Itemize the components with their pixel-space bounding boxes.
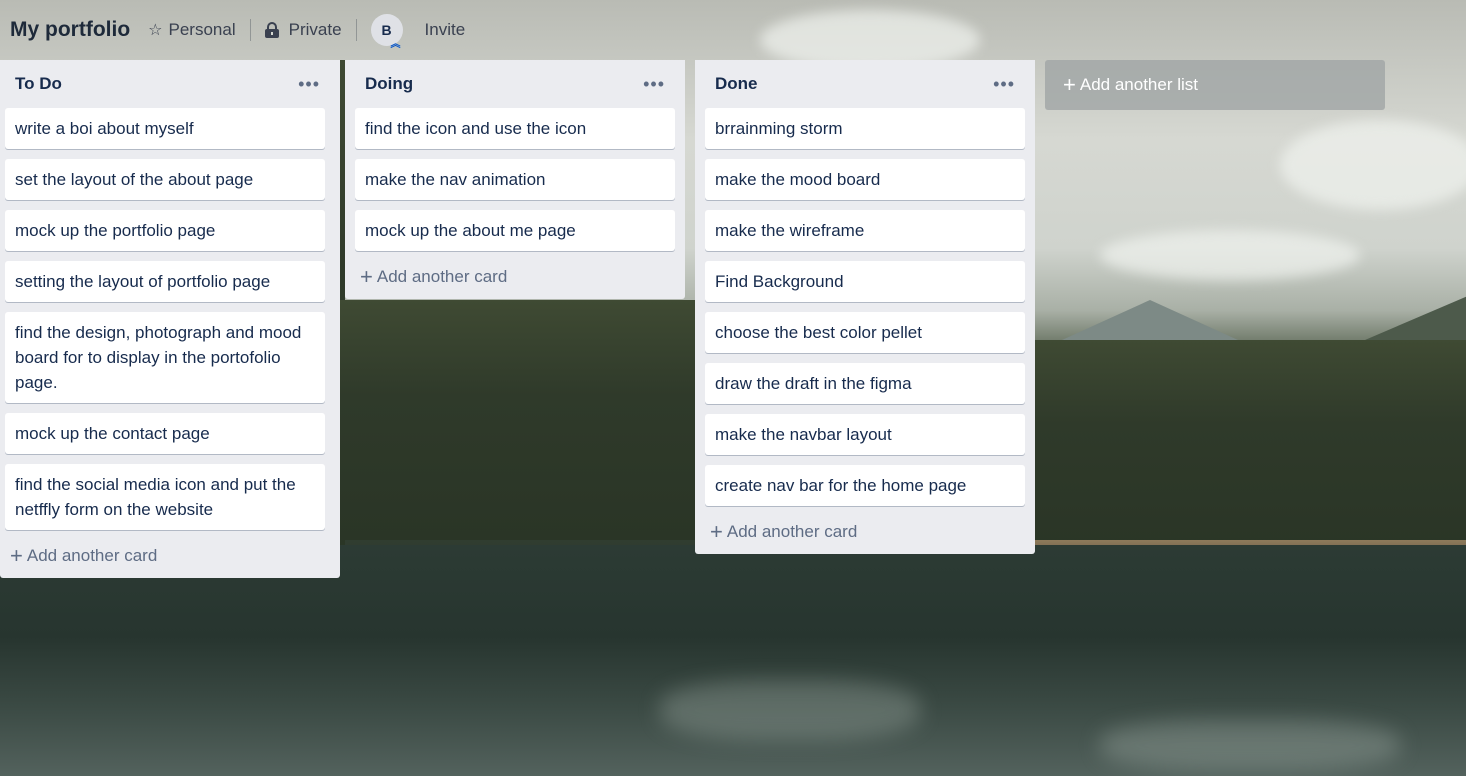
card[interactable]: create nav bar for the home page bbox=[705, 465, 1025, 506]
list-done: Done ••• brrainming storm make the mood … bbox=[695, 60, 1035, 554]
add-card-label: Add another card bbox=[726, 522, 858, 541]
card[interactable]: find the social media icon and put the n… bbox=[5, 464, 325, 530]
team-visibility-button[interactable]: Personal bbox=[169, 14, 236, 46]
list-title[interactable]: To Do bbox=[15, 74, 62, 94]
team-visibility-label: Personal bbox=[168, 20, 236, 39]
list-todo: To Do ••• write a boi about myself set t… bbox=[0, 60, 340, 578]
invite-button[interactable]: Invite bbox=[425, 20, 466, 40]
list-title[interactable]: Done bbox=[715, 74, 758, 94]
card[interactable]: setting the layout of portfolio page bbox=[5, 261, 325, 302]
header-divider bbox=[249, 19, 251, 41]
more-icon[interactable]: ••• bbox=[993, 75, 1015, 93]
more-icon[interactable]: ••• bbox=[298, 75, 320, 93]
list-header: Doing ••• bbox=[355, 60, 675, 108]
card[interactable]: make the wireframe bbox=[705, 210, 1025, 251]
add-list-button[interactable]: + Add another list bbox=[1045, 60, 1385, 110]
member-avatar[interactable]: B ︽ bbox=[370, 14, 403, 50]
add-card-label: Add another card bbox=[376, 267, 508, 286]
list-header: To Do ••• bbox=[5, 60, 330, 108]
plus-icon: + bbox=[1063, 72, 1076, 97]
board-canvas: My portfolio ☆ Personal Private B ︽ Invi… bbox=[0, 0, 1466, 776]
card[interactable]: find the icon and use the icon bbox=[355, 108, 675, 149]
card[interactable]: make the nav animation bbox=[355, 159, 675, 200]
card[interactable]: choose the best color pellet bbox=[705, 312, 1025, 353]
star-icon: ☆ bbox=[148, 22, 163, 39]
add-list-label: Add another list bbox=[1079, 75, 1198, 94]
add-card-button[interactable]: + Add another card bbox=[5, 534, 330, 578]
card[interactable]: mock up the contact page bbox=[5, 413, 325, 454]
card[interactable]: write a boi about myself bbox=[5, 108, 325, 149]
privacy-button[interactable]: Private bbox=[264, 14, 342, 46]
card[interactable]: make the navbar layout bbox=[705, 414, 1025, 455]
plus-icon: + bbox=[10, 543, 23, 568]
card[interactable]: brrainming storm bbox=[705, 108, 1025, 149]
plus-icon: + bbox=[710, 519, 723, 544]
card[interactable]: mock up the about me page bbox=[355, 210, 675, 251]
board-title[interactable]: My portfolio bbox=[10, 18, 130, 42]
lock-icon bbox=[264, 22, 279, 38]
star-button[interactable]: ☆ bbox=[148, 14, 168, 46]
privacy-label: Private bbox=[288, 20, 342, 39]
card[interactable]: find the design, photograph and mood boa… bbox=[5, 312, 325, 403]
add-card-label: Add another card bbox=[26, 546, 158, 565]
card[interactable]: mock up the portfolio page bbox=[5, 210, 325, 251]
list-doing: Doing ••• find the icon and use the icon… bbox=[345, 60, 685, 299]
card[interactable]: make the mood board bbox=[705, 159, 1025, 200]
chevron-up-icon: ︽ bbox=[390, 39, 401, 50]
list-header: Done ••• bbox=[705, 60, 1025, 108]
add-card-button[interactable]: + Add another card bbox=[705, 510, 1025, 554]
board-header: My portfolio ☆ Personal Private B ︽ Invi… bbox=[0, 0, 465, 60]
header-divider bbox=[355, 19, 357, 41]
avatar-initial: B bbox=[381, 22, 392, 38]
card[interactable]: draw the draft in the figma bbox=[705, 363, 1025, 404]
more-icon[interactable]: ••• bbox=[643, 75, 665, 93]
card[interactable]: set the layout of the about page bbox=[5, 159, 325, 200]
plus-icon: + bbox=[360, 264, 373, 289]
list-title[interactable]: Doing bbox=[365, 74, 413, 94]
card[interactable]: Find Background bbox=[705, 261, 1025, 302]
add-card-button[interactable]: + Add another card bbox=[355, 255, 675, 299]
